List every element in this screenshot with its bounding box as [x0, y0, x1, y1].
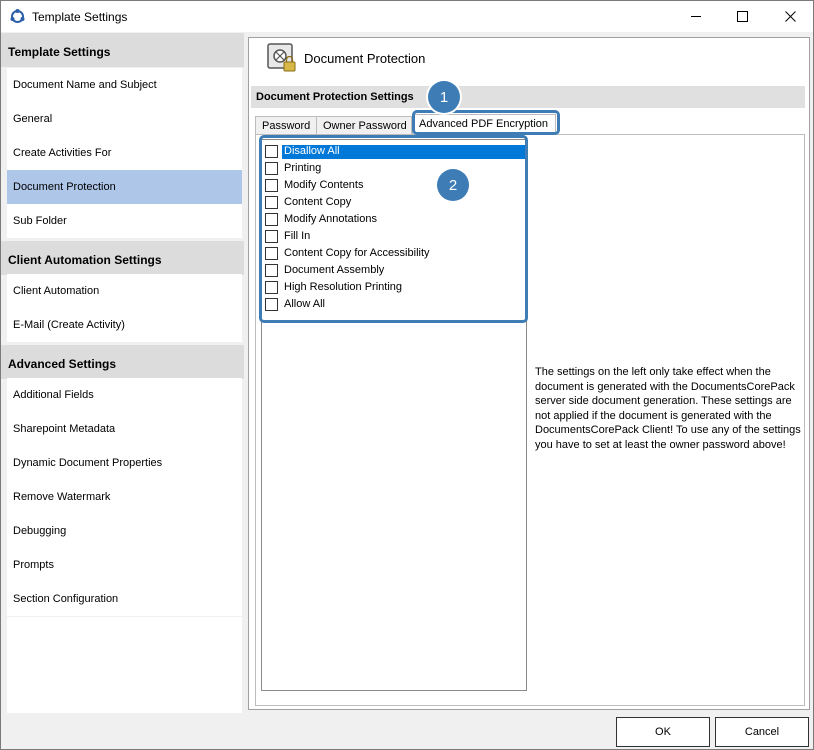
callout-highlight-tab	[412, 110, 560, 135]
sidebar-item-prompts[interactable]: Prompts	[7, 548, 242, 582]
encryption-info-text: The settings on the left only take effec…	[535, 366, 801, 451]
sidebar-item-debugging[interactable]: Debugging	[7, 514, 242, 548]
sidebar-item-create-activities-for[interactable]: Create Activities For	[7, 136, 242, 170]
title-bar: Template Settings	[1, 1, 813, 32]
cancel-button[interactable]: Cancel	[715, 717, 809, 747]
close-button[interactable]	[767, 1, 813, 32]
sidebar-header-client-automation-settings: Client Automation Settings	[1, 241, 244, 275]
maximize-button[interactable]	[719, 1, 765, 32]
sidebar-item-sharepoint-metadata[interactable]: Sharepoint Metadata	[7, 412, 242, 446]
sidebar-item-sub-folder[interactable]: Sub Folder	[7, 204, 242, 238]
close-icon	[784, 11, 796, 22]
sidebar-header-template-settings: Template Settings	[1, 33, 244, 67]
page-title: Document Protection	[304, 51, 426, 66]
settings-sidebar: Template Settings Document Name and Subj…	[1, 33, 244, 713]
sidebar-item-dynamic-document-properties[interactable]: Dynamic Document Properties	[7, 446, 242, 480]
sidebar-item-section-configuration[interactable]: Section Configuration	[7, 582, 242, 616]
tab-password[interactable]: Password	[255, 116, 317, 135]
minimize-icon	[690, 16, 701, 17]
sidebar-item-email-create-activity[interactable]: E-Mail (Create Activity)	[7, 308, 242, 342]
sidebar-item-client-automation[interactable]: Client Automation	[7, 274, 242, 308]
sidebar-item-document-name-and-subject[interactable]: Document Name and Subject	[7, 68, 242, 102]
minimize-button[interactable]	[673, 1, 719, 32]
sidebar-item-document-protection[interactable]: Document Protection	[7, 170, 242, 204]
template-settings-window: Template Settings Template Settings Docu…	[0, 0, 814, 750]
callout-marker-2: 2	[437, 169, 469, 201]
callout-highlight-checklist	[259, 135, 528, 323]
tab-owner-password[interactable]: Owner Password	[316, 116, 412, 135]
sidebar-item-general[interactable]: General	[7, 102, 242, 136]
sidebar-header-advanced-settings: Advanced Settings	[1, 345, 244, 379]
sidebar-empty-area	[7, 617, 242, 713]
ok-button[interactable]: OK	[616, 717, 710, 747]
safe-lock-icon	[267, 43, 296, 72]
maximize-icon	[736, 11, 748, 22]
window-title: Template Settings	[32, 10, 128, 24]
callout-marker-1: 1	[428, 81, 460, 113]
sidebar-item-remove-watermark[interactable]: Remove Watermark	[7, 480, 242, 514]
app-logo-icon	[10, 9, 25, 23]
sidebar-item-additional-fields[interactable]: Additional Fields	[7, 378, 242, 412]
settings-section-header: Document Protection Settings	[251, 86, 805, 108]
